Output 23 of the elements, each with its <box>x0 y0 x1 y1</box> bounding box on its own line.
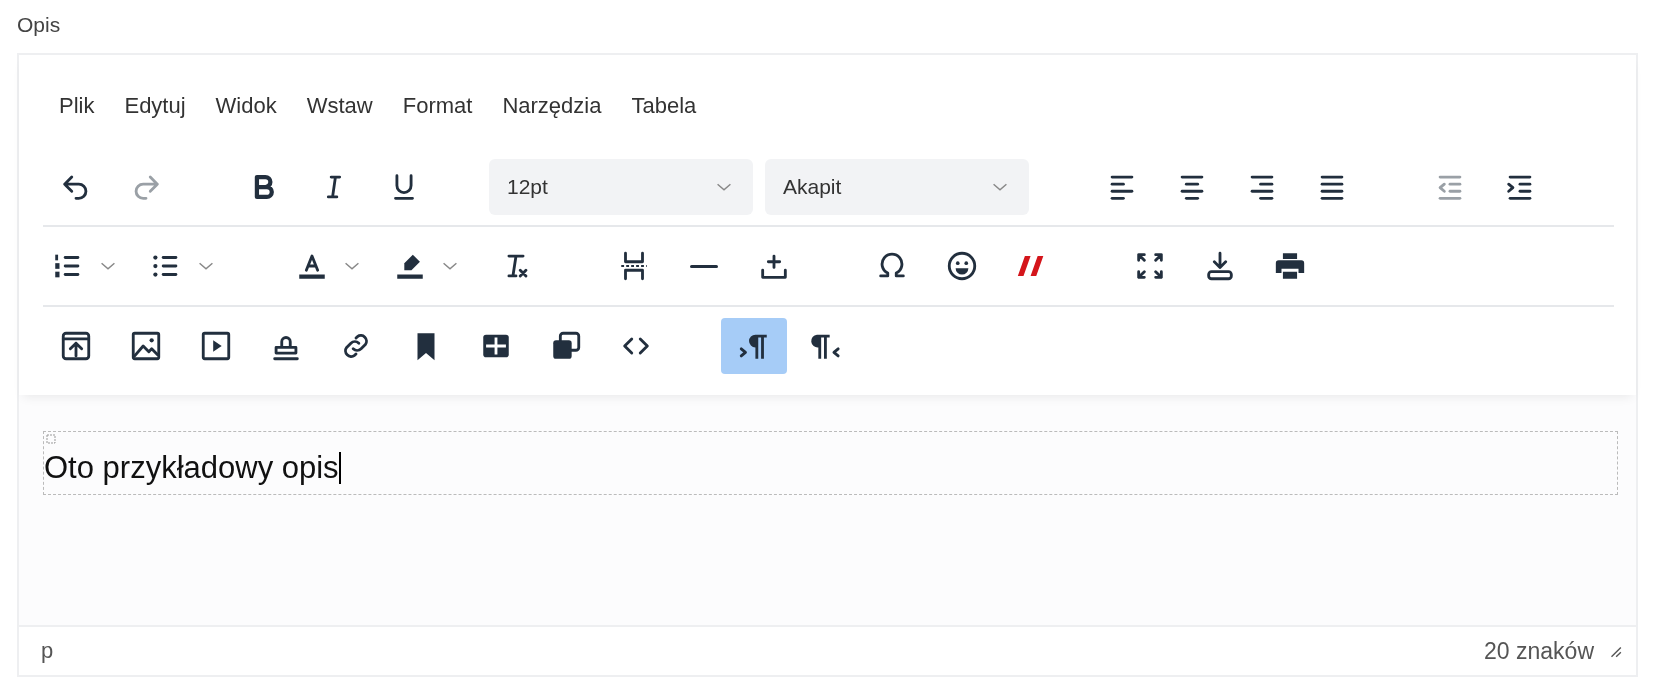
upload-icon <box>59 329 93 363</box>
character-count: 20 znaków <box>1484 637 1594 665</box>
horizontal-line-icon <box>690 264 718 268</box>
smiley-icon <box>945 249 979 283</box>
paragraph-block[interactable]: Oto przykładowy opis <box>43 431 1618 495</box>
field-label: Opis <box>17 12 62 38</box>
menu-item[interactable]: Format <box>390 89 485 123</box>
menu-item[interactable]: Narzędzia <box>490 89 614 123</box>
play-icon <box>199 329 233 363</box>
element-path[interactable]: p <box>41 638 54 664</box>
dropdown-select[interactable]: 12pt <box>489 159 753 215</box>
image-icon <box>129 329 163 363</box>
paragraph-text: Oto przykładowy opis <box>44 450 339 486</box>
menu-item[interactable]: Tabela <box>619 89 709 123</box>
block-marker-icon <box>46 434 56 444</box>
text-cursor <box>338 452 341 484</box>
menu-item[interactable]: Widok <box>203 89 289 123</box>
toolbar-button[interactable] <box>721 318 787 374</box>
dropdown-select[interactable]: Akapit <box>765 159 1029 215</box>
menu-item[interactable]: Edytuj <box>112 89 198 123</box>
menu-item[interactable]: Wstaw <box>294 89 385 123</box>
resize-handle-icon[interactable] <box>1608 644 1622 658</box>
menu-item[interactable]: Plik <box>43 89 107 123</box>
